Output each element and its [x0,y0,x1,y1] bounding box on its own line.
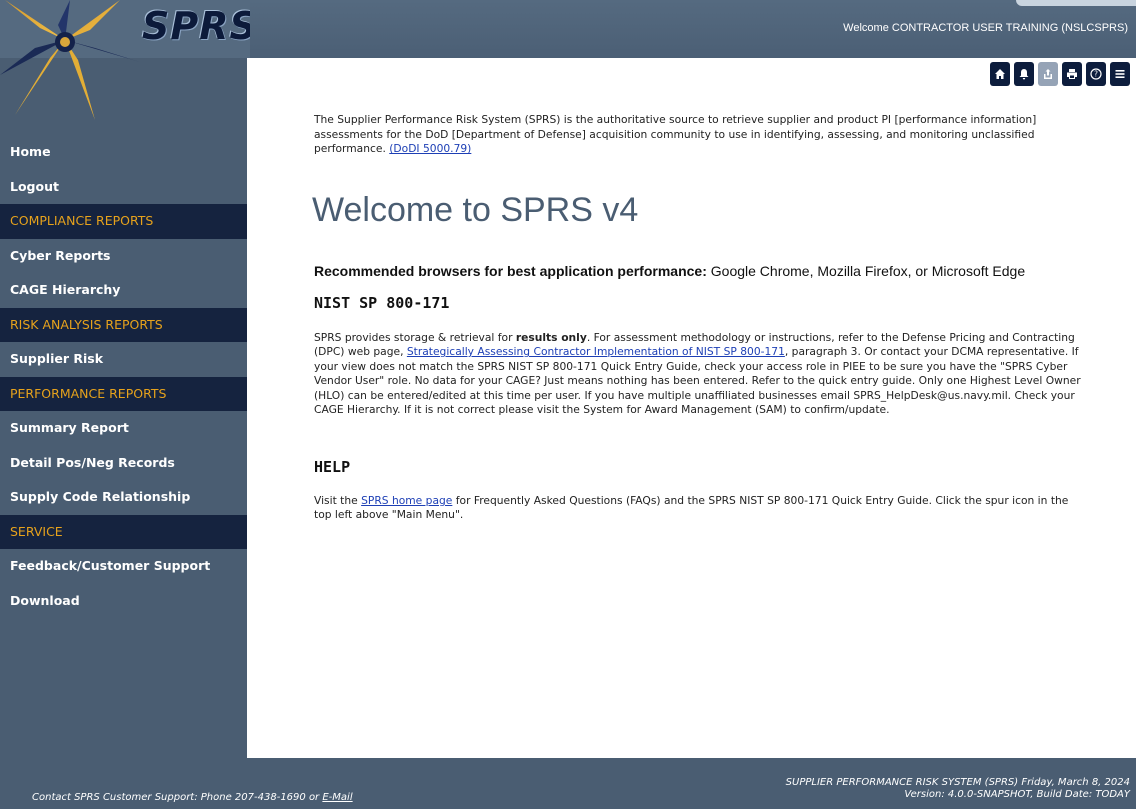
footer-email-link[interactable]: E-Mail [322,792,352,803]
help-button[interactable]: ? [1086,62,1106,86]
sidebar-section-performance-reports: PERFORMANCE REPORTS [0,376,247,411]
help-text-1: Visit the [314,494,358,507]
sidebar-section-risk-analysis-reports: RISK ANALYSIS REPORTS [0,307,247,342]
sidebar-item-home[interactable]: Home [0,135,247,170]
intro-paragraph: The Supplier Performance Risk System (SP… [314,113,1074,157]
help-paragraph: Visit the SPRS home page for Frequently … [314,494,1089,523]
help-heading: HELP [314,458,351,476]
recommended-browsers: Recommended browsers for best applicatio… [314,263,1025,279]
menu-icon [1115,70,1125,78]
nist-heading: NIST SP 800-171 [314,294,450,312]
home-button[interactable] [990,62,1010,86]
footer: Contact SPRS Customer Support: Phone 207… [0,758,1136,809]
sidebar: Home Logout COMPLIANCE REPORTS Cyber Rep… [0,135,247,758]
sidebar-item-download[interactable]: Download [0,584,247,619]
sidebar-item-feedback[interactable]: Feedback/Customer Support [0,549,247,584]
nist-text-1: SPRS provides storage & retrieval for [314,331,513,344]
footer-version-line: Version: 4.0.0-SNAPSHOT, Build Date: TOD… [904,789,1130,800]
notifications-button[interactable] [1014,62,1034,86]
sidebar-item-supply-code-relationship[interactable]: Supply Code Relationship [0,480,247,515]
bell-icon [1019,69,1029,80]
share-icon [1044,69,1052,79]
toolbar: ? [990,62,1130,86]
sidebar-item-summary-report[interactable]: Summary Report [0,411,247,446]
logo-text: SPRS [142,4,250,48]
nist-paragraph: SPRS provides storage & retrieval for re… [314,331,1089,417]
export-button[interactable] [1038,62,1058,86]
dodi-link[interactable]: (DoDI 5000.79) [389,142,471,155]
sidebar-item-cage-hierarchy[interactable]: CAGE Hierarchy [0,273,247,308]
print-button[interactable] [1062,62,1082,86]
page-title: Welcome to SPRS v4 [312,191,639,229]
sidebar-item-cyber-reports[interactable]: Cyber Reports [0,239,247,274]
main-content: ? The Supplier Performance Risk System (… [247,58,1136,758]
home-icon [995,69,1005,79]
svg-text:?: ? [1094,70,1098,79]
header-corner-decoration [1016,0,1136,6]
sidebar-section-service: SERVICE [0,514,247,549]
sidebar-item-supplier-risk[interactable]: Supplier Risk [0,342,247,377]
sidebar-section-compliance-reports: COMPLIANCE REPORTS [0,204,247,239]
footer-system-info: SUPPLIER PERFORMANCE RISK SYSTEM (SPRS) … [786,777,1130,801]
nist-dpc-link[interactable]: Strategically Assessing Contractor Imple… [407,345,785,358]
nist-bold-text: results only [515,331,587,344]
footer-contact: Contact SPRS Customer Support: Phone 207… [32,792,353,803]
menu-button[interactable] [1110,62,1130,86]
browsers-label: Recommended browsers for best applicatio… [314,263,707,279]
print-icon [1067,69,1077,79]
sprs-logo[interactable]: SPRS [0,0,250,135]
browsers-list: Google Chrome, Mozilla Firefox, or Micro… [710,263,1026,279]
sidebar-item-detail-records[interactable]: Detail Pos/Neg Records [0,446,247,481]
welcome-user-text: Welcome CONTRACTOR USER TRAINING (NSLCSP… [843,22,1128,34]
sidebar-item-logout[interactable]: Logout [0,170,247,205]
help-icon: ? [1090,68,1102,80]
footer-contact-text: Contact SPRS Customer Support: Phone 207… [32,792,320,803]
sprs-home-page-link[interactable]: SPRS home page [361,494,452,507]
footer-system-line: SUPPLIER PERFORMANCE RISK SYSTEM (SPRS) … [785,777,1130,788]
